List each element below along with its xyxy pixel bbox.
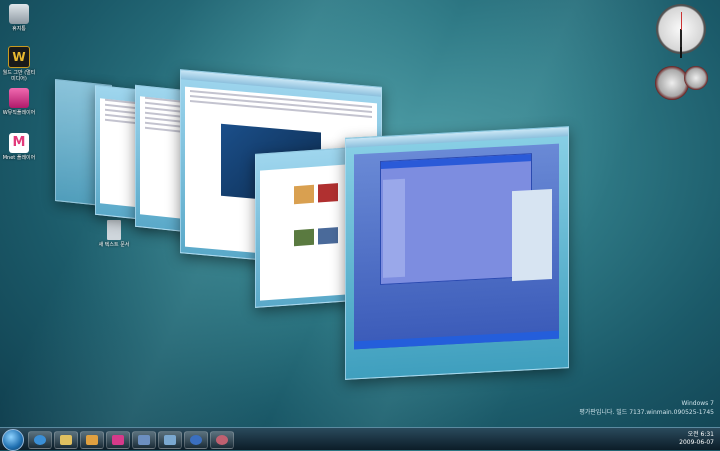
desktop-icon-w-music[interactable]: W뮤직플레이어 [1,88,37,116]
virtual-pc-icon [138,435,150,445]
explorer-folder-icon [60,435,72,445]
clock-gadget[interactable] [656,4,706,58]
snipping-tool-icon [216,435,228,445]
photo-thumbnail [318,227,338,245]
mnet-player-icon [112,435,124,445]
xp-sidebar [383,178,405,278]
taskbar-button-ie[interactable] [28,431,52,449]
taskbar-button-explorer[interactable] [54,431,78,449]
taskbar-button-media[interactable] [80,431,104,449]
desktop-icon-world-player[interactable]: W 월드 그만 (멀티미디어) [1,46,37,82]
recycle-bin-icon [9,4,29,24]
desktop-icon-recycle-bin[interactable]: 휴지통 [1,4,37,32]
xp-titlebar [381,154,531,169]
help-icon [190,435,202,445]
taskbar: 오전 6:31 2009-06-07 [0,427,720,451]
photo-thumbnail [318,183,338,203]
desktop-icon-mnet[interactable]: M Mnet 플레이어 [1,133,37,161]
memory-meter-gadget[interactable] [684,66,708,90]
xp-side-window [512,189,552,282]
desktop-icon-text-document[interactable]: 새 텍스트 문서 [96,220,132,248]
w-logo-icon: W [8,46,30,68]
xp-control-panel-window [380,153,532,286]
xp-taskbar [354,330,559,350]
windows-watermark: Windows 7 평가판입니다. 빌드 7137.winmain.090525… [579,400,714,416]
photo-thumbnail [294,228,314,247]
flip3d-window-virtual-pc[interactable] [345,126,569,380]
system-tray-clock[interactable]: 오전 6:31 2009-06-07 [679,431,714,447]
taskbar-button-mnet[interactable] [106,431,130,449]
clock-second-hand [681,12,682,30]
document-icon [107,220,121,240]
photo-thumbnail [294,184,314,205]
taskbar-button-help[interactable] [184,431,208,449]
clock-minute-hand [680,29,682,47]
start-button[interactable] [2,429,24,451]
internet-explorer-icon [34,435,46,445]
xp-desktop [354,143,559,350]
cpu-meter-gadget[interactable] [655,66,689,100]
taskbar-button-virtual-pc[interactable] [132,431,156,449]
taskbar-button-snipping[interactable] [210,431,234,449]
music-player-icon [9,88,29,108]
mnet-logo-icon: M [9,133,29,153]
network-icon [164,435,176,445]
taskbar-button-network[interactable] [158,431,182,449]
media-player-icon [86,435,98,445]
